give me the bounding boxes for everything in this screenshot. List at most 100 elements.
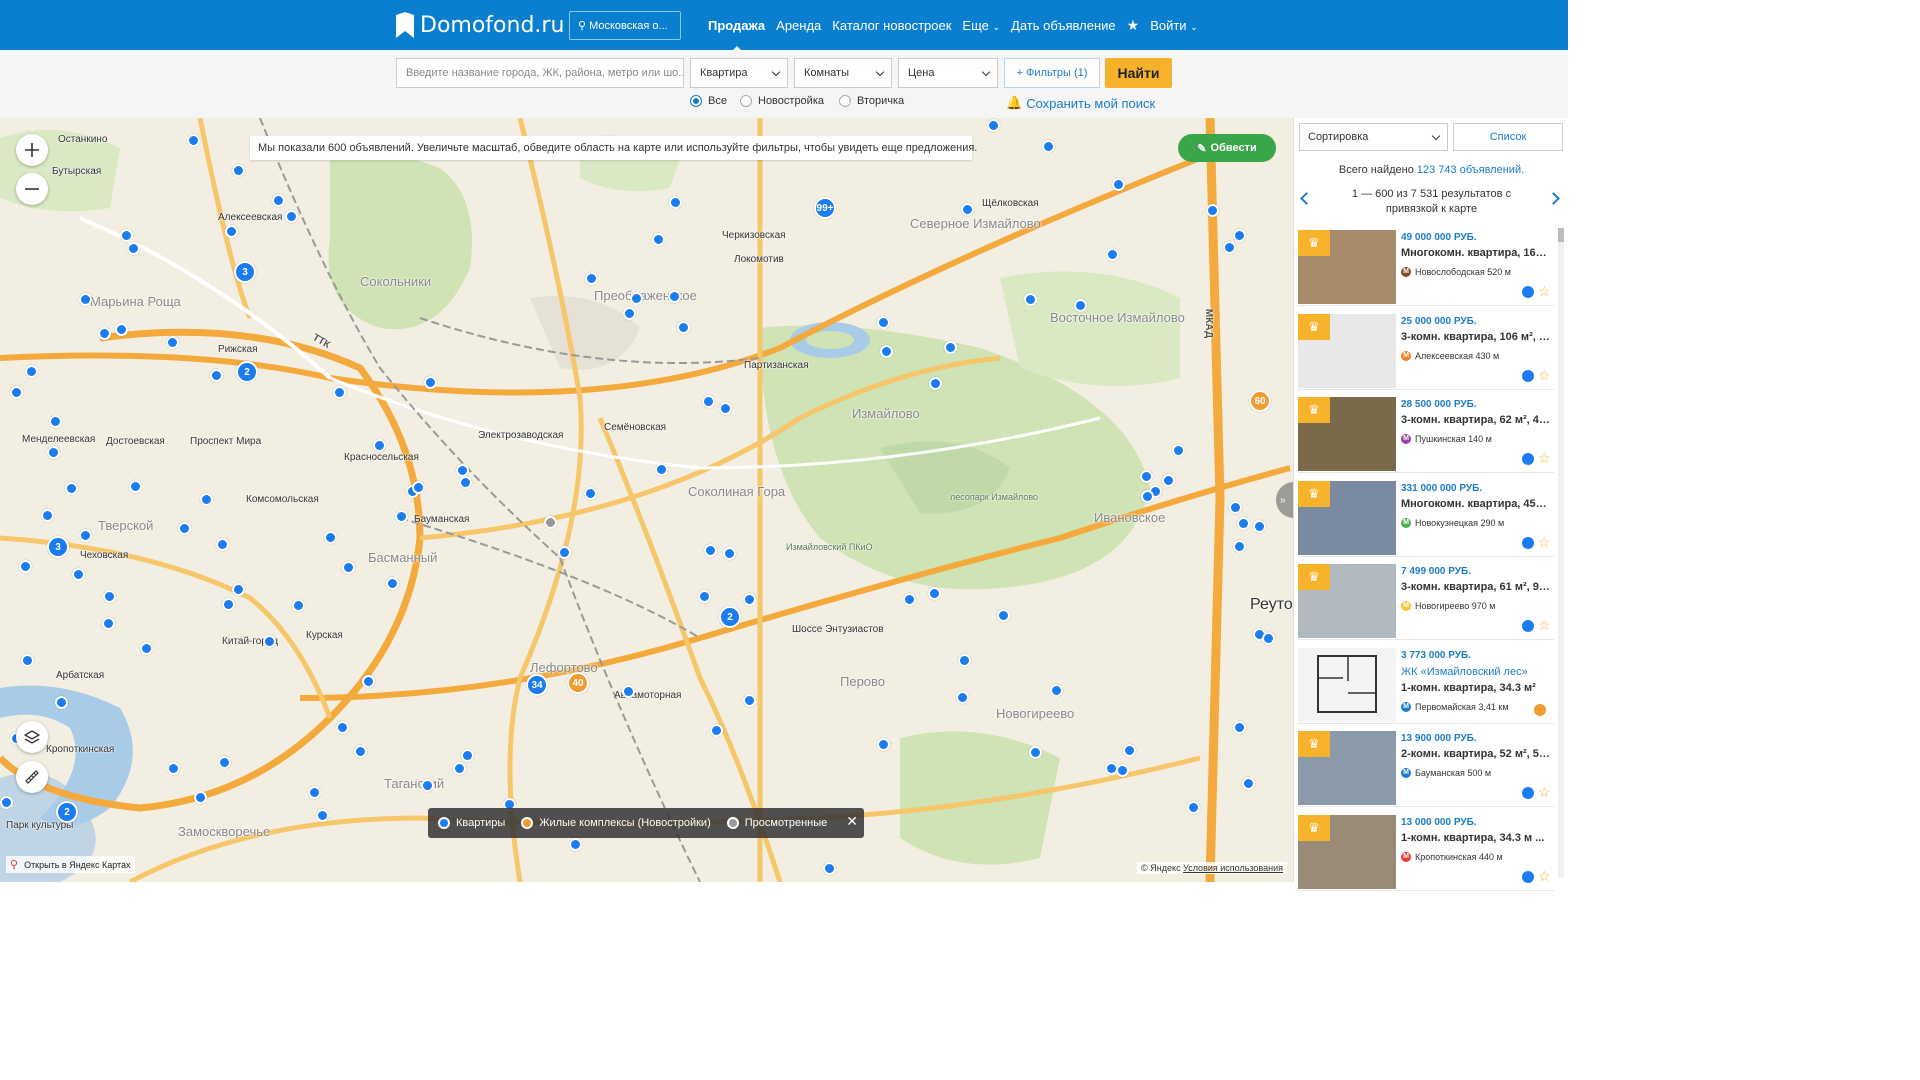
listing-marker[interactable] [958, 654, 971, 667]
listing-title[interactable]: 3-комн. квартира, 61 м², 9/... [1401, 581, 1551, 593]
listing-marker[interactable] [285, 210, 298, 223]
cluster-marker[interactable]: 2 [56, 801, 78, 823]
listing-marker[interactable] [25, 365, 38, 378]
listing-marker[interactable] [324, 531, 337, 544]
listing-marker[interactable] [232, 583, 245, 596]
scrollbar-thumb[interactable] [1558, 228, 1564, 242]
listing-marker[interactable] [1042, 140, 1055, 153]
listing-marker[interactable] [719, 402, 732, 415]
favorite-star-icon[interactable]: ☆ [1538, 283, 1551, 300]
favorite-star-icon[interactable]: ☆ [1538, 534, 1551, 551]
listing-marker[interactable] [655, 463, 668, 476]
listing-price[interactable]: 7 499 000 РУБ. [1401, 566, 1471, 577]
listing-marker[interactable] [710, 724, 723, 737]
listing-marker[interactable] [698, 590, 711, 603]
listing-marker[interactable] [102, 617, 115, 630]
listing-marker[interactable] [928, 587, 941, 600]
listing-marker[interactable] [1253, 520, 1266, 533]
listing-marker[interactable] [178, 522, 191, 535]
listing-marker[interactable] [1123, 744, 1136, 757]
listing-title[interactable]: Многокомн. квартира, 455.... [1401, 498, 1551, 510]
listing-title[interactable]: 3-комн. квартира, 106 м², 1... [1401, 331, 1551, 343]
listing-price[interactable]: 28 500 000 РУБ. [1401, 399, 1477, 410]
price-select[interactable]: Цена [898, 58, 998, 88]
find-button[interactable]: Найти [1105, 58, 1172, 88]
radio-secondary[interactable]: Вторичка [839, 95, 904, 107]
listing-marker[interactable] [103, 590, 116, 603]
listing-marker[interactable] [1262, 632, 1275, 645]
listing-card[interactable]: ♛ 331 000 000 РУБ. Многокомн. квартира, 45… [1298, 479, 1554, 557]
listing-card[interactable]: ♛ 49 000 000 РУБ. Многокомн. квартира, 160… [1298, 228, 1554, 306]
prev-page-icon[interactable] [1300, 192, 1313, 205]
listing-marker[interactable] [723, 547, 736, 560]
listing-marker[interactable] [1106, 248, 1119, 261]
favorite-star-icon[interactable]: ☆ [1538, 450, 1551, 467]
draw-area-button[interactable]: ✎ Обвести [1178, 134, 1276, 162]
listing-card[interactable]: 3 773 000 РУБ. ЖК «Измайловский лес» 1-ком… [1298, 646, 1554, 724]
listing-marker[interactable] [421, 779, 434, 792]
listing-marker[interactable] [424, 376, 437, 389]
radio-new[interactable]: Новостройка [740, 95, 824, 107]
listing-photo[interactable] [1298, 647, 1396, 722]
cluster-new-buildings[interactable]: 60 [1249, 390, 1271, 412]
listing-price[interactable]: 13 900 000 РУБ. [1401, 733, 1477, 744]
listing-title[interactable]: 1-комн. квартира, 34.3 м² [1401, 682, 1551, 694]
nav-more[interactable]: Еще ⌄ [962, 18, 1000, 33]
listing-marker[interactable] [623, 307, 636, 320]
sort-select[interactable]: Сортировка [1299, 123, 1448, 151]
listing-card[interactable]: ♛ 13 000 000 РУБ. 1-комн. квартира, 34.3 м… [1298, 813, 1554, 891]
listing-photo[interactable]: ♛ [1298, 814, 1396, 889]
listing-card[interactable]: ♛ 13 900 000 РУБ. 2-комн. квартира, 52 м²,… [1298, 729, 1554, 807]
site-logo[interactable]: Domofond.ru [396, 10, 564, 40]
listing-marker[interactable] [194, 791, 207, 804]
listing-marker[interactable] [129, 480, 142, 493]
listing-marker[interactable] [929, 377, 942, 390]
listing-marker[interactable] [218, 756, 231, 769]
listing-marker[interactable] [1116, 764, 1129, 777]
listing-marker[interactable] [49, 415, 62, 428]
listing-marker[interactable] [336, 721, 349, 734]
listing-marker[interactable] [584, 487, 597, 500]
search-input[interactable]: Введите название города, ЖК, района, мет… [396, 58, 684, 88]
save-search-link[interactable]: 🔔 Сохранить мой поиск [1006, 95, 1155, 111]
listing-marker[interactable] [354, 745, 367, 758]
cluster-marker[interactable]: 34 [526, 674, 548, 696]
listing-marker[interactable] [79, 293, 92, 306]
listing-marker[interactable] [961, 203, 974, 216]
favorite-star-icon[interactable]: ☆ [1538, 617, 1551, 634]
listing-marker[interactable] [292, 599, 305, 612]
listing-price[interactable]: 331 000 000 РУБ. [1401, 483, 1482, 494]
listing-marker[interactable] [1029, 746, 1042, 759]
listing-marker[interactable] [187, 134, 200, 147]
legend-viewed[interactable]: Просмотренные [726, 817, 827, 829]
zoom-out-button[interactable] [16, 173, 48, 205]
layers-button[interactable] [16, 721, 48, 753]
listing-marker[interactable] [263, 635, 276, 648]
listing-marker[interactable] [0, 796, 13, 809]
listing-marker[interactable] [65, 482, 78, 495]
listing-photo[interactable]: ♛ [1298, 564, 1396, 638]
favorite-star-icon[interactable]: ☆ [1538, 784, 1551, 801]
listing-marker[interactable] [232, 164, 245, 177]
listing-marker[interactable] [1140, 470, 1153, 483]
nav-new-buildings[interactable]: Каталог новостроек [832, 18, 951, 33]
nav-login[interactable]: Войти ⌄ [1150, 18, 1198, 33]
property-type-select[interactable]: Квартира [690, 58, 788, 88]
listing-marker[interactable] [652, 233, 665, 246]
listing-marker[interactable] [1229, 501, 1242, 514]
listing-marker[interactable] [140, 642, 153, 655]
listing-marker[interactable] [120, 229, 133, 242]
nav-sale[interactable]: Продажа [708, 18, 765, 52]
cluster-marker[interactable]: 99+ [814, 197, 836, 219]
nav-rent[interactable]: Аренда [776, 18, 821, 33]
listing-marker[interactable] [386, 577, 399, 590]
close-icon[interactable]: ✕ [846, 813, 858, 830]
listing-marker[interactable] [1112, 178, 1125, 191]
cluster-marker[interactable]: 3 [47, 536, 69, 558]
listing-marker[interactable] [1172, 444, 1185, 457]
listing-marker[interactable] [823, 862, 836, 875]
listing-price[interactable]: 13 000 000 РУБ. [1401, 817, 1477, 828]
list-view-button[interactable]: Список [1453, 123, 1563, 151]
listing-marker[interactable] [55, 696, 68, 709]
listing-marker[interactable] [630, 292, 643, 305]
